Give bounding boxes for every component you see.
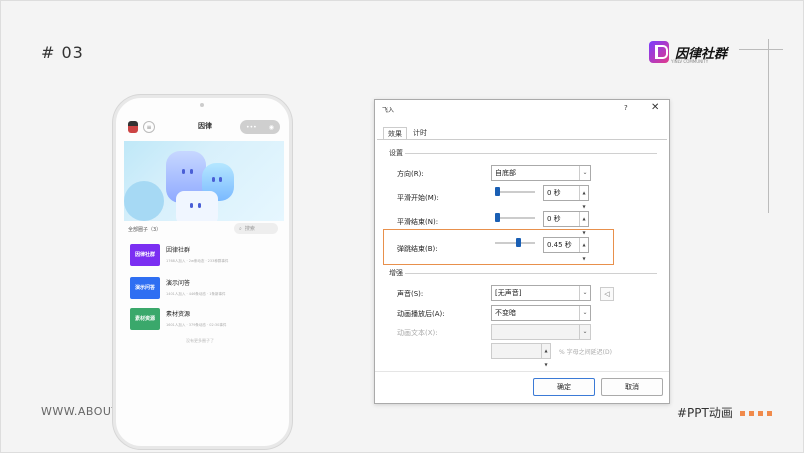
- section-divider: [405, 273, 657, 274]
- direction-label: 方向(R):: [397, 170, 424, 178]
- app-header: ≡ 因律 ••• ◉: [128, 118, 280, 136]
- close-circle-icon[interactable]: ◉: [269, 124, 274, 131]
- menu-icon[interactable]: ≡: [143, 121, 155, 133]
- brand-logo-icon: [649, 41, 669, 63]
- slider-thumb[interactable]: [495, 213, 500, 222]
- letter-delay-label: % 字母之间延迟(D): [559, 349, 612, 356]
- list-item[interactable]: 演示问答 演示问答 1401人加入 · 446条动态 · 1条新事件: [130, 277, 280, 301]
- spinner-arrows-icon[interactable]: ▲ ▼: [579, 186, 588, 209]
- slider-thumb[interactable]: [495, 187, 500, 196]
- smooth-start-slider[interactable]: [495, 187, 535, 196]
- after-animation-label: 动画播放后(A):: [397, 310, 445, 318]
- smooth-end-spinner[interactable]: 0 秒 ▲ ▼: [543, 211, 589, 235]
- slide-canvas: # 03 因律社群 YINLV COMMUNITY WWW.ABOUTP #PP…: [0, 0, 804, 453]
- search-input[interactable]: ⌕ 搜索: [234, 223, 278, 234]
- tab-timing[interactable]: 计时: [409, 127, 431, 139]
- group-thumbnail: 因律社群: [130, 244, 160, 266]
- app-title: 因律: [198, 122, 212, 130]
- phone-mockup: ≡ 因律 ••• ◉ 全部圈子（3） ⌕ 搜索 因律社群 因律社群 1768人加…: [113, 95, 292, 449]
- search-icon: ⌕: [239, 225, 242, 232]
- decorative-line-vertical: [768, 39, 769, 213]
- smooth-end-label: 平滑结束(N):: [397, 218, 439, 226]
- direction-select[interactable]: 自底部 ⌄: [491, 165, 591, 181]
- tab-divider: [377, 139, 667, 140]
- smooth-start-spinner[interactable]: 0 秒 ▲ ▼: [543, 185, 589, 209]
- smooth-end-slider[interactable]: [495, 213, 535, 222]
- group-name: 因律社群: [166, 247, 191, 254]
- miniprogram-capsule[interactable]: ••• ◉: [240, 120, 280, 134]
- section-divider: [405, 153, 657, 154]
- footer-divider: [375, 371, 669, 372]
- ok-button[interactable]: 确定: [533, 378, 595, 396]
- sound-label: 声音(S):: [397, 290, 424, 298]
- group-meta: 1601人加入 · 379条动态 · 02:30事件: [166, 323, 227, 327]
- list-item[interactable]: 因律社群 因律社群 1768人加入 · 2w条动态 · 233种群事件: [130, 244, 280, 268]
- decorative-line-horizontal: [739, 49, 783, 50]
- letter-delay-spinner: ▲ ▼: [491, 343, 551, 367]
- circle-list-header: 全部圈子（3）: [128, 227, 162, 233]
- list-item[interactable]: 素材资源 素材资源 1601人加入 · 379条动态 · 02:30事件: [130, 308, 280, 332]
- brand-logo-subtitle: YINLV COMMUNITY: [671, 59, 709, 64]
- spinner-arrows-icon: ▲ ▼: [541, 344, 550, 367]
- after-animation-select[interactable]: 不变暗 ⌄: [491, 305, 591, 321]
- section-settings-label: 设置: [389, 149, 403, 157]
- after-animation-value: 不变暗: [495, 309, 516, 317]
- smooth-end-value: 0 秒: [547, 215, 561, 223]
- group-name: 素材资源: [166, 311, 191, 318]
- avatar[interactable]: [128, 121, 138, 133]
- sound-value: [无声音]: [495, 289, 522, 297]
- phone-camera: [200, 103, 204, 107]
- smooth-start-label: 平滑开始(M):: [397, 194, 439, 202]
- chevron-down-icon[interactable]: ⌄: [579, 166, 590, 180]
- animate-text-label: 动画文本(X):: [397, 329, 438, 337]
- cancel-button[interactable]: 取消: [601, 378, 663, 396]
- banner-image: [124, 141, 284, 221]
- bounce-end-highlight-box: [383, 229, 614, 265]
- section-enhance-label: 增强: [389, 269, 403, 277]
- group-thumbnail: 素材资源: [130, 308, 160, 330]
- close-button[interactable]: ✕: [651, 102, 659, 113]
- speaker-icon[interactable]: ◁: [600, 287, 614, 301]
- chevron-down-icon[interactable]: ⌄: [579, 306, 590, 320]
- group-meta: 1401人加入 · 446条动态 · 1条新事件: [166, 292, 226, 296]
- group-thumbnail: 演示问答: [130, 277, 160, 299]
- decorative-dots: [740, 411, 772, 416]
- dialog-title: 飞入: [382, 107, 395, 114]
- group-meta: 1768人加入 · 2w条动态 · 233种群事件: [166, 259, 229, 263]
- smooth-start-value: 0 秒: [547, 189, 561, 197]
- more-icon[interactable]: •••: [246, 124, 257, 131]
- chevron-down-icon[interactable]: ⌄: [579, 286, 590, 300]
- chevron-down-icon: ⌄: [579, 325, 590, 339]
- hashtag-text: #PPT动画: [677, 406, 733, 420]
- direction-value: 自底部: [495, 169, 516, 177]
- search-placeholder: 搜索: [244, 226, 255, 232]
- animate-text-select: ⌄: [491, 324, 591, 340]
- page-number: # 03: [41, 43, 84, 62]
- group-name: 演示问答: [166, 280, 191, 287]
- list-end-text: 没有更多圈子了: [186, 338, 214, 343]
- help-button[interactable]: ?: [624, 104, 628, 112]
- sound-select[interactable]: [无声音] ⌄: [491, 285, 591, 301]
- spinner-arrows-icon[interactable]: ▲ ▼: [579, 212, 588, 235]
